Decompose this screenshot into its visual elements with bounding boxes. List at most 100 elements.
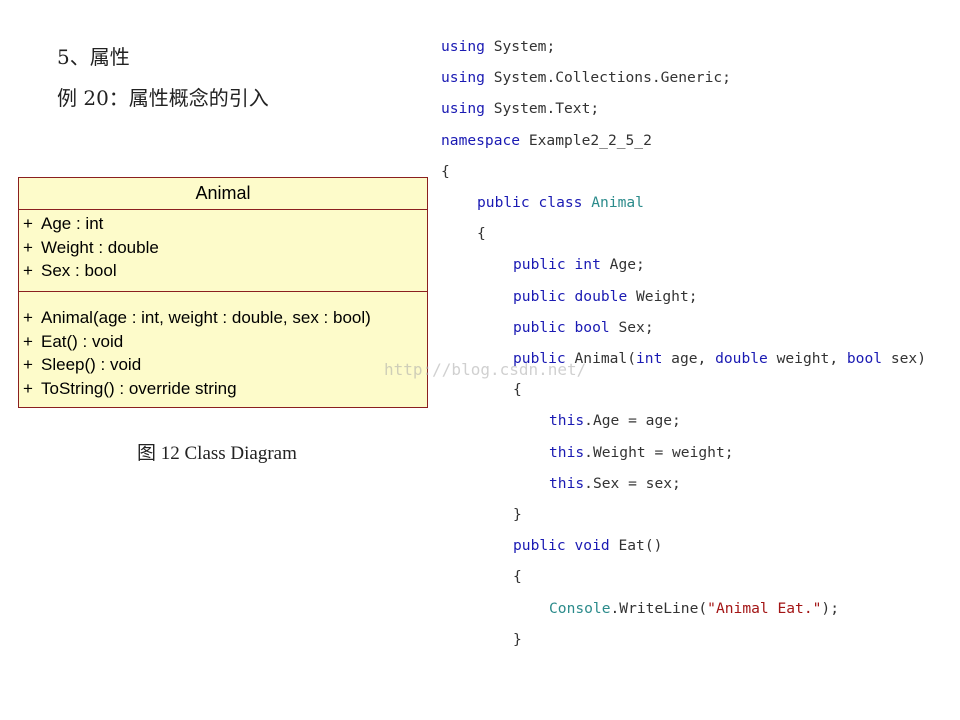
uml-operation-row: + Sleep() : void: [19, 353, 427, 377]
code-token: Animal: [591, 194, 644, 211]
code-token: Age;: [600, 256, 645, 274]
figure-caption: 图 12 Class Diagram: [137, 443, 297, 464]
uml-operation-row: + Eat() : void: [19, 330, 427, 354]
code-token: {: [441, 162, 450, 180]
example-heading: 例 20：属性概念的引入: [57, 86, 269, 110]
code-token: this: [549, 443, 585, 461]
code-token: }: [513, 506, 522, 523]
code-token: weight,: [767, 350, 847, 367]
section-heading: 5、属性: [57, 45, 130, 69]
code-token: }: [513, 630, 522, 648]
code-line: namespace Example2_2_5_2: [441, 125, 652, 156]
operation-text: Animal(age : int, weight : double, sex :…: [41, 308, 371, 327]
attribute-text: Age : int: [41, 214, 104, 233]
code-line: public int Age;: [513, 249, 645, 280]
uml-class-box: Animal + Age : int + Weight : double + Sex …: [18, 177, 428, 408]
code-line: public Animal(int age, double weight, bo…: [513, 343, 926, 374]
code-token: int: [574, 256, 601, 274]
code-line: public double Weight;: [513, 281, 698, 312]
code-token: namespace: [441, 131, 521, 149]
code-token: age,: [662, 350, 716, 367]
code-token: public: [513, 537, 566, 555]
code-token: this: [549, 412, 585, 430]
code-line: using System;: [441, 31, 555, 62]
code-token: System.Collections.Generic;: [484, 69, 731, 87]
code-line: using System.Collections.Generic;: [441, 62, 731, 93]
visibility-marker: +: [23, 214, 33, 233]
code-line: {: [513, 374, 522, 405]
code-line: {: [441, 156, 450, 187]
code-token: sex): [882, 350, 926, 367]
attribute-text: Sex : bool: [41, 261, 117, 281]
code-token: );: [821, 599, 839, 617]
operation-text: Eat() : void: [41, 331, 124, 351]
code-token: public: [513, 256, 566, 274]
code-line: this.Age = age;: [549, 405, 681, 436]
code-token: using: [441, 100, 485, 118]
code-token: Animal(: [565, 350, 637, 367]
visibility-marker: +: [23, 308, 33, 327]
code-token: Eat(): [609, 537, 663, 555]
visibility-marker: +: [23, 331, 33, 351]
code-token: Console: [549, 599, 611, 617]
code-line: this.Weight = weight;: [549, 437, 734, 468]
code-token: {: [513, 568, 522, 586]
code-token: int: [636, 350, 663, 367]
code-line: }: [513, 624, 522, 655]
uml-operations: + Animal(age : int, weight : double, sex …: [19, 292, 427, 401]
code-line: {: [477, 218, 486, 249]
code-line: public class Animal: [477, 187, 644, 218]
visibility-marker: +: [23, 379, 33, 399]
code-token: .Weight = weight;: [584, 443, 734, 461]
code-token: using: [441, 38, 485, 55]
code-token: public: [513, 287, 566, 305]
uml-operation-row: + ToString() : override string: [19, 377, 427, 401]
code-line: {: [513, 561, 522, 592]
code-token: .Age = age;: [584, 412, 681, 430]
attribute-text: Weight : double: [41, 237, 159, 257]
visibility-marker: +: [23, 355, 33, 375]
code-line: using System.Text;: [441, 93, 599, 124]
visibility-marker: +: [23, 261, 33, 281]
code-token: public: [513, 318, 566, 336]
operation-text: ToString() : override string: [41, 379, 237, 399]
code-token: bool: [574, 318, 610, 336]
code-token: class: [538, 194, 583, 211]
code-token: void: [574, 537, 610, 555]
operation-text: Sleep() : void: [41, 355, 142, 375]
code-line: this.Sex = sex;: [549, 468, 681, 499]
uml-attributes: + Age : int + Weight : double + Sex : bool: [19, 210, 427, 292]
code-token: "Animal Eat.": [707, 599, 822, 617]
code-line: public bool Sex;: [513, 312, 654, 343]
code-token: public: [513, 350, 566, 367]
code-token: System.Text;: [484, 100, 600, 118]
uml-attribute-row: + Sex : bool: [19, 259, 427, 283]
code-token: Sex;: [609, 318, 654, 336]
code-line: Console.WriteLine("Animal Eat.");: [549, 593, 839, 624]
code-token: Weight;: [627, 287, 698, 305]
code-token: bool: [846, 350, 883, 367]
uml-attribute-row: + Weight : double: [19, 236, 427, 260]
code-token: double: [715, 350, 768, 367]
uml-class-name: Animal: [19, 178, 427, 210]
code-token: .Sex = sex;: [584, 474, 681, 492]
code-token: {: [477, 225, 486, 243]
code-token: System;: [484, 38, 556, 55]
code-token: using: [441, 69, 485, 87]
code-token: public: [477, 194, 530, 211]
code-line: }: [513, 499, 522, 530]
uml-attribute-row: + Age : int: [19, 212, 427, 236]
code-token: {: [513, 381, 522, 399]
code-line: public void Eat(): [513, 530, 662, 561]
visibility-marker: +: [23, 237, 33, 257]
code-token: Example2_2_5_2: [520, 131, 652, 149]
uml-operation-row: + Animal(age : int, weight : double, sex …: [19, 306, 427, 330]
code-token: this: [549, 474, 585, 492]
code-token: double: [574, 287, 628, 305]
